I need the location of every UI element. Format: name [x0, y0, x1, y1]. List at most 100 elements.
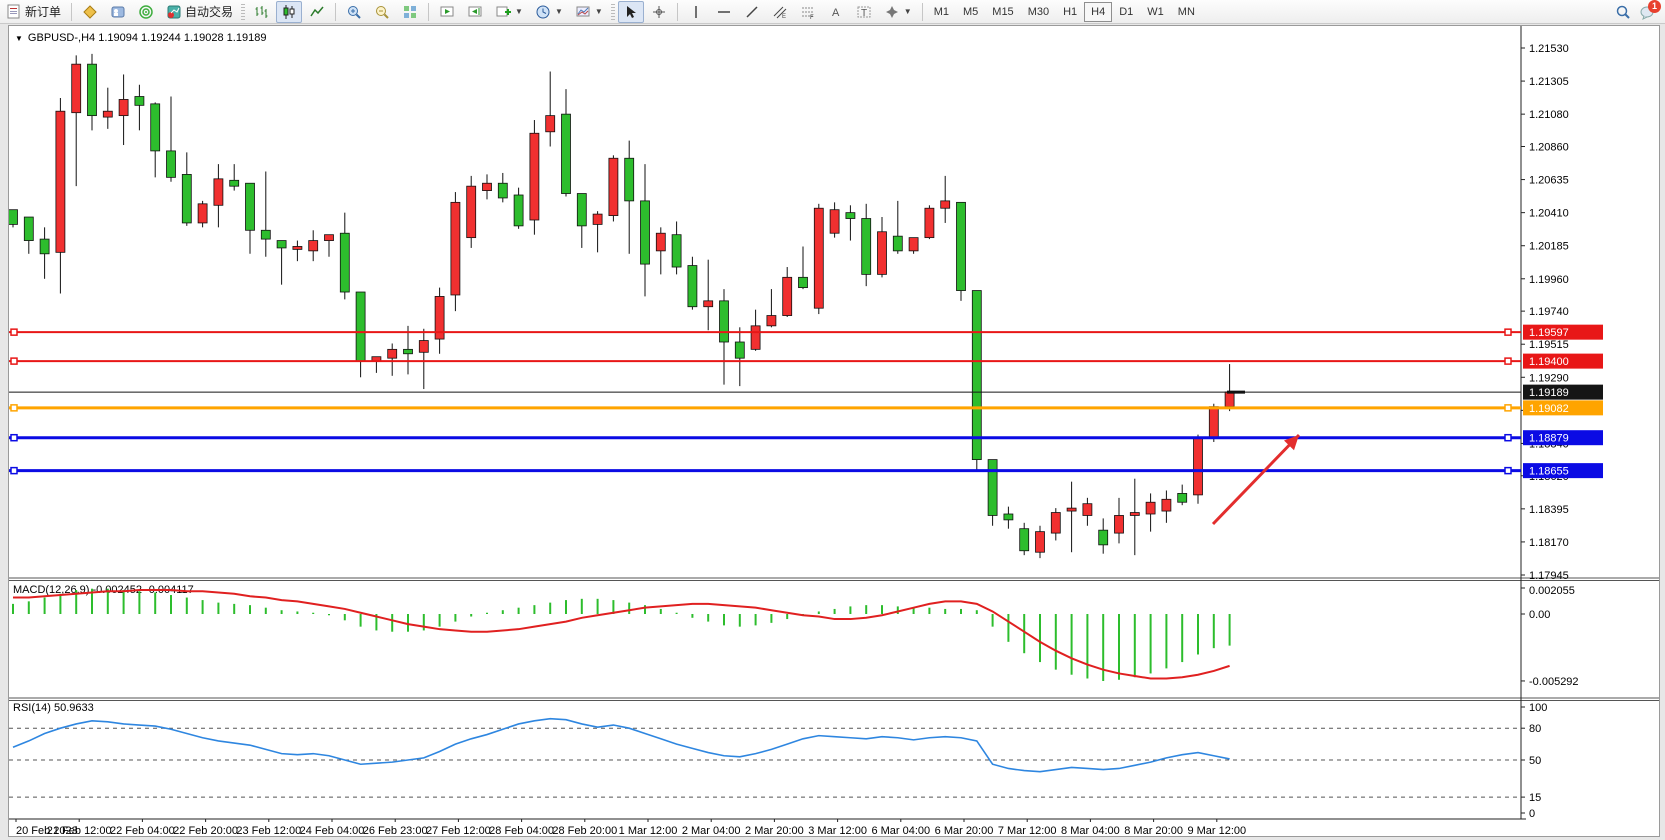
- bar-chart-type-button[interactable]: [248, 1, 274, 23]
- dropdown-caret[interactable]: ▼: [555, 7, 563, 16]
- trendline-tool-button[interactable]: [739, 1, 765, 23]
- templates-button[interactable]: ▼: [570, 1, 608, 23]
- candle-body: [419, 341, 428, 353]
- timeframe-button-M30[interactable]: M30: [1021, 2, 1056, 22]
- dropdown-caret[interactable]: ▼: [515, 7, 523, 16]
- tile-windows-icon: [402, 4, 418, 20]
- candle-body: [577, 194, 586, 226]
- timeframe-button-H4[interactable]: H4: [1084, 2, 1112, 22]
- candle-body: [1209, 407, 1218, 438]
- auto-trading-button[interactable]: 自动交易: [161, 1, 238, 23]
- candle-body: [767, 316, 776, 326]
- chart-canvas[interactable]: 1.215301.213051.210801.208601.206351.204…: [9, 26, 1659, 836]
- crosshair-button[interactable]: [646, 1, 672, 23]
- data-window-button[interactable]: [105, 1, 131, 23]
- time-axis[interactable]: 20 Feb 202321 Feb 12:0022 Feb 04:0022 Fe…: [16, 819, 1246, 836]
- candle-body: [182, 174, 191, 223]
- candle-body: [878, 232, 887, 275]
- dropdown-caret[interactable]: ▼: [595, 7, 603, 16]
- notifications-icon[interactable]: 1: [1639, 4, 1655, 20]
- dropdown-caret[interactable]: ▼: [904, 7, 912, 16]
- candle-body: [451, 202, 460, 295]
- search-icon[interactable]: [1615, 4, 1631, 20]
- gold-diamond-icon: [82, 4, 98, 20]
- tile-windows-button[interactable]: [397, 1, 423, 23]
- price-label-text: 1.19400: [1529, 356, 1569, 368]
- candle-body: [1146, 502, 1155, 514]
- time-tick-label: 21 Feb 12:00: [47, 825, 112, 836]
- candle-body: [609, 158, 618, 215]
- line-chart-icon: [309, 4, 325, 20]
- candle-body: [562, 114, 571, 193]
- horizontal-line-tool-button[interactable]: [711, 1, 737, 23]
- macd-signal-line: [13, 590, 1230, 679]
- new-order-label: 新订单: [25, 3, 61, 20]
- line-handle: [11, 358, 17, 364]
- bar-chart-icon: [253, 4, 269, 20]
- text-tool-button[interactable]: A: [823, 1, 849, 23]
- timeframe-toolbar: M1M5M15M30H1H4D1W1MN: [927, 2, 1202, 22]
- candle-body: [309, 241, 318, 251]
- signals-button[interactable]: [133, 1, 159, 23]
- auto-trading-label: 自动交易: [185, 3, 233, 20]
- price-axis[interactable]: 1.215301.213051.210801.208601.206351.204…: [1521, 43, 1569, 582]
- fibonacci-icon: F: [800, 4, 816, 20]
- candle-body: [1083, 504, 1092, 516]
- auto-scroll-button[interactable]: [434, 1, 460, 23]
- line-chart-type-button[interactable]: [304, 1, 330, 23]
- annotation-arrow[interactable]: [1213, 435, 1299, 524]
- time-tick-label: 3 Mar 12:00: [808, 825, 867, 836]
- panel-frames: [9, 26, 1659, 819]
- candle-body: [325, 235, 334, 241]
- channel-tool-button[interactable]: E: [767, 1, 793, 23]
- candle-body: [783, 277, 792, 315]
- svg-text:A: A: [832, 7, 840, 19]
- text-label-icon: T: [856, 4, 872, 20]
- fibonacci-tool-button[interactable]: F: [795, 1, 821, 23]
- price-level-lines[interactable]: 1.195971.194001.191891.190821.188791.186…: [9, 325, 1603, 478]
- line-handle: [11, 405, 17, 411]
- candle-body: [151, 104, 160, 151]
- candle-body: [593, 214, 602, 224]
- periods-button[interactable]: ▼: [530, 1, 568, 23]
- candle-body: [1067, 508, 1076, 511]
- arrows-icon: [884, 4, 900, 20]
- candle-body: [972, 291, 981, 460]
- timeframe-button-M15[interactable]: M15: [985, 2, 1020, 22]
- text-label-tool-button[interactable]: T: [851, 1, 877, 23]
- zoom-in-button[interactable]: [341, 1, 367, 23]
- line-handle: [11, 468, 17, 474]
- rsi-axis-label: 0: [1529, 808, 1535, 820]
- timeframe-button-MN[interactable]: MN: [1171, 2, 1202, 22]
- market-watch-button[interactable]: [77, 1, 103, 23]
- timeframe-button-M1[interactable]: M1: [927, 2, 956, 22]
- candle-body: [135, 97, 144, 106]
- candlestick-chart-type-button[interactable]: [276, 1, 302, 23]
- rsi-line: [13, 719, 1230, 772]
- candle-body: [925, 208, 934, 237]
- new-chart-button[interactable]: ▼: [490, 1, 528, 23]
- timeframe-button-H1[interactable]: H1: [1056, 2, 1084, 22]
- separator: [71, 3, 72, 21]
- candle-body: [735, 342, 744, 358]
- timeframe-button-W1[interactable]: W1: [1140, 2, 1171, 22]
- candle-body: [1162, 499, 1171, 511]
- candle-body: [230, 180, 239, 186]
- timeframe-button-D1[interactable]: D1: [1112, 2, 1140, 22]
- chart-shift-button[interactable]: [462, 1, 488, 23]
- time-tick-label: 7 Mar 12:00: [998, 825, 1057, 836]
- timeframe-button-M5[interactable]: M5: [956, 2, 985, 22]
- time-tick-label: 22 Feb 20:00: [173, 825, 238, 836]
- cursor-button[interactable]: [618, 1, 644, 23]
- candle-body: [814, 208, 823, 308]
- candle-body: [988, 460, 997, 516]
- time-tick-label: 8 Mar 04:00: [1061, 825, 1120, 836]
- price-label-text: 1.19597: [1529, 327, 1569, 339]
- price-tick-label: 1.20860: [1529, 141, 1569, 153]
- vertical-line-tool-button[interactable]: [683, 1, 709, 23]
- chart-window[interactable]: ▼ GBPUSD-,H4 1.19094 1.19244 1.19028 1.1…: [8, 25, 1660, 837]
- arrows-tool-button[interactable]: ▼: [879, 1, 917, 23]
- new-order-button[interactable]: 新订单: [1, 1, 66, 23]
- price-tick-label: 1.19960: [1529, 274, 1569, 286]
- zoom-out-button[interactable]: [369, 1, 395, 23]
